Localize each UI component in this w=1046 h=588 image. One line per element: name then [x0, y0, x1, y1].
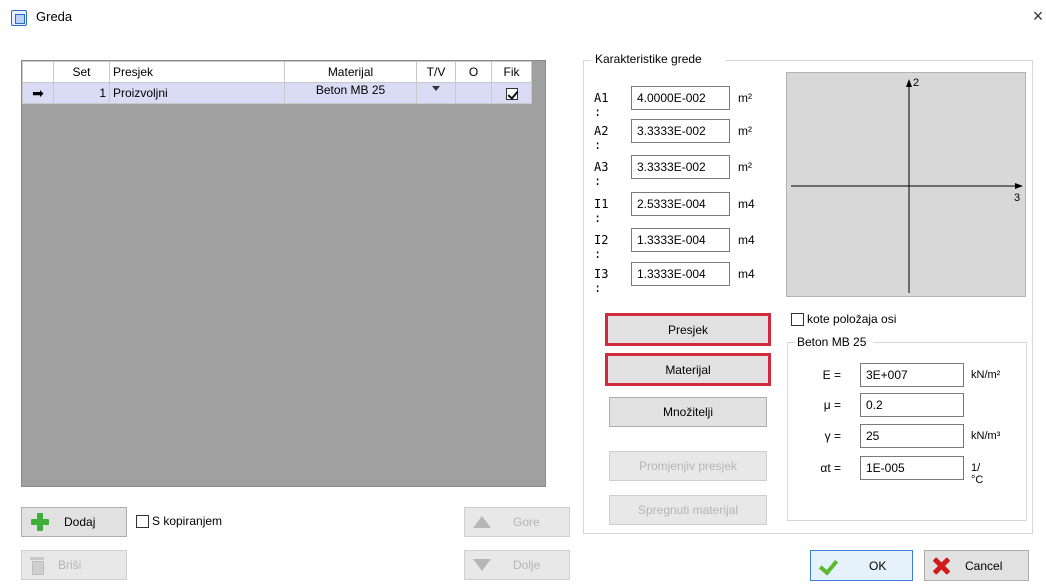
fik-checkbox[interactable] [505, 87, 518, 100]
kote-checkbox[interactable]: kote položaja osi [791, 312, 896, 326]
spregnuti-materijal-button[interactable]: Spregnuti materijal [609, 495, 767, 525]
mat-label: αt = [820, 461, 841, 475]
header-indicator [22, 61, 54, 83]
prop-label: I2 : [594, 233, 609, 261]
axis-diagram: 2 3 [791, 77, 1023, 293]
material-group-title: Beton MB 25 [797, 335, 867, 349]
dolje-button[interactable]: Dolje [464, 550, 570, 580]
header-o[interactable]: O [455, 61, 492, 83]
prop-unit: m4 [738, 233, 755, 247]
mat-value-field[interactable]: 3E+007 [860, 363, 964, 387]
presjek-button[interactable]: Presjek [605, 313, 771, 346]
window-title: Greda [36, 9, 73, 24]
mat-value-field[interactable]: 1E-005 [860, 456, 964, 480]
axis-view: 2 3 [786, 72, 1026, 297]
karakteristike-title: Karakteristike grede [594, 52, 703, 66]
prop-unit: m² [738, 124, 752, 138]
close-x-icon [931, 557, 951, 575]
table-row[interactable]: ➡ 1 Proizvoljni Beton MB 25 [22, 82, 532, 104]
mat-value-field[interactable]: 25 [860, 424, 964, 448]
ok-label: OK [869, 558, 887, 573]
arrow-down-icon [473, 559, 491, 571]
s-kopiranjem-label: S kopiranjem [152, 514, 223, 528]
table-header-row: Set Presjek Materijal T/V O Fik [22, 61, 532, 83]
mat-unit: kN/m² [971, 369, 1001, 381]
group-divider [787, 342, 795, 343]
plus-icon [30, 512, 50, 532]
axis-3-label: 3 [1014, 192, 1020, 204]
trash-icon [30, 556, 44, 575]
prop-label: A2 : [594, 124, 609, 152]
s-kopiranjem-checkbox[interactable]: S kopiranjem [136, 514, 222, 528]
prop-unit: m4 [738, 197, 755, 211]
gore-button[interactable]: Gore [464, 507, 570, 537]
kote-label: kote položaja osi [807, 312, 897, 326]
checkbox-box[interactable] [791, 312, 804, 326]
brisi-label: Briši [58, 558, 82, 572]
cell-presjek[interactable]: Proizvoljni [109, 82, 285, 104]
dodaj-label: Dodaj [64, 515, 96, 529]
header-materijal[interactable]: Materijal [284, 61, 417, 83]
mat-unit: 1/°C [971, 462, 984, 486]
cell-materijal[interactable]: Beton MB 25 [284, 82, 417, 104]
dodaj-button[interactable]: Dodaj [21, 507, 127, 537]
prop-value-field[interactable]: 4.0000E-002 [631, 86, 730, 110]
ok-button[interactable]: OK [810, 550, 913, 581]
prop-value-field[interactable]: 2.5333E-004 [631, 192, 730, 216]
row-indicator-icon: ➡ [22, 82, 54, 104]
cell-o[interactable] [455, 82, 492, 104]
prop-unit: m4 [738, 267, 755, 281]
app-icon [11, 10, 27, 26]
cell-set[interactable]: 1 [53, 82, 110, 104]
mat-value-field[interactable]: 0.2 [860, 393, 964, 417]
axis-2-arrow-icon [906, 79, 912, 87]
prop-value-field[interactable]: 3.3333E-002 [631, 155, 730, 179]
prop-label: I3 : [594, 267, 609, 295]
prop-label: A1 : [594, 91, 609, 119]
mat-unit: kN/m³ [971, 430, 1001, 442]
prop-label: I1 : [594, 197, 609, 225]
dropdown-arrow-icon[interactable] [432, 86, 440, 92]
cancel-button[interactable]: Cancel [924, 550, 1029, 581]
header-set[interactable]: Set [53, 61, 110, 83]
materijal-button[interactable]: Materijal [605, 353, 771, 386]
dolje-label: Dolje [513, 558, 541, 572]
mnozitelji-button[interactable]: Množitelji [609, 397, 767, 427]
header-tv[interactable]: T/V [416, 61, 456, 83]
prop-unit: m² [738, 160, 752, 174]
brisi-button[interactable]: Briši [21, 550, 127, 580]
group-divider [873, 342, 1027, 343]
cell-tv-dropdown[interactable] [416, 82, 456, 104]
cancel-label: Cancel [965, 558, 1003, 573]
cell-fik[interactable] [491, 82, 532, 104]
header-presjek[interactable]: Presjek [109, 61, 285, 83]
axis-3-arrow-icon [1015, 183, 1023, 189]
prop-value-field[interactable]: 1.3333E-004 [631, 228, 730, 252]
arrow-up-icon [473, 516, 491, 528]
gore-label: Gore [513, 515, 540, 529]
promjenjiv-presjek-button[interactable]: Promjenjiv presjek [609, 451, 767, 481]
mat-label: μ = [823, 398, 841, 412]
close-icon[interactable]: × [1030, 5, 1046, 27]
cell-materijal-text: Beton MB 25 [315, 83, 386, 97]
prop-value-field[interactable]: 1.3333E-004 [631, 262, 730, 286]
mat-label: γ = [824, 429, 841, 443]
mat-label: E = [822, 368, 841, 382]
prop-label: A3 : [594, 160, 609, 188]
axis-2-label: 2 [913, 77, 919, 89]
checkbox-box[interactable] [136, 514, 149, 528]
checkmark-icon [817, 557, 839, 575]
sets-table[interactable]: Set Presjek Materijal T/V O Fik ➡ 1 Proi… [21, 60, 546, 487]
prop-value-field[interactable]: 3.3333E-002 [631, 119, 730, 143]
prop-unit: m² [738, 91, 752, 105]
title-bar: Greda × [0, 0, 1046, 36]
header-fik[interactable]: Fik [491, 61, 532, 83]
